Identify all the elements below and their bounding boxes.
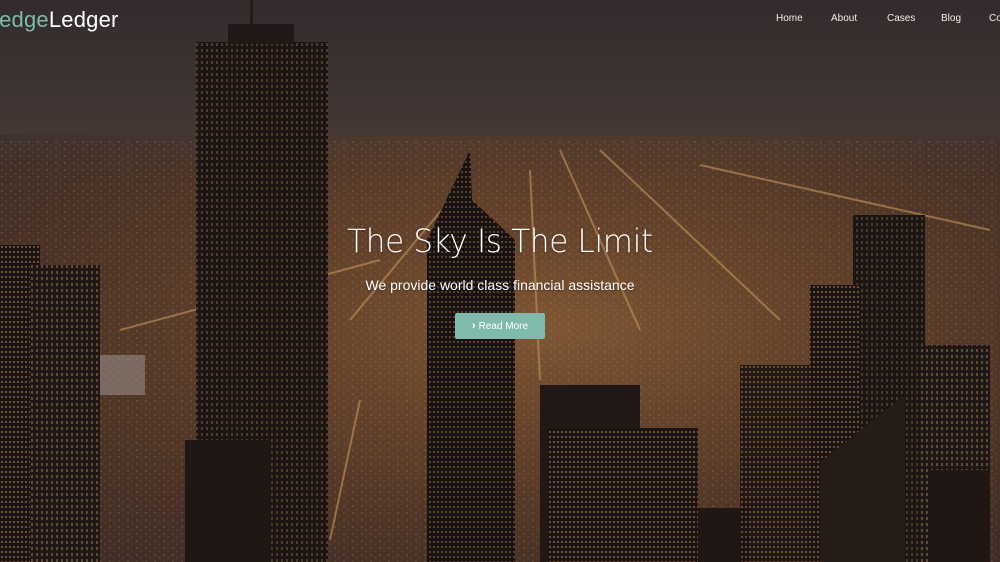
chevron-right-icon: ›: [471, 319, 476, 332]
nav-contact-link[interactable]: Contact: [989, 13, 1000, 24]
read-more-button[interactable]: › Read More: [455, 313, 545, 339]
read-more-label: Read More: [478, 320, 529, 332]
main-nav: Home About Cases Blog Contact: [0, 0, 1000, 42]
top-navigation-bar: HedgeLedger Home About Cases Blog Contac…: [0, 0, 1000, 42]
nav-blog-link[interactable]: Blog: [941, 13, 961, 24]
hero-headline: The Sky Is The Limit: [347, 223, 653, 261]
hero-subheadline: We provide world class financial assista…: [365, 277, 635, 293]
nav-home-link[interactable]: Home: [776, 13, 803, 24]
nav-cases-link[interactable]: Cases: [887, 13, 915, 24]
nav-about-link[interactable]: About: [831, 13, 857, 24]
